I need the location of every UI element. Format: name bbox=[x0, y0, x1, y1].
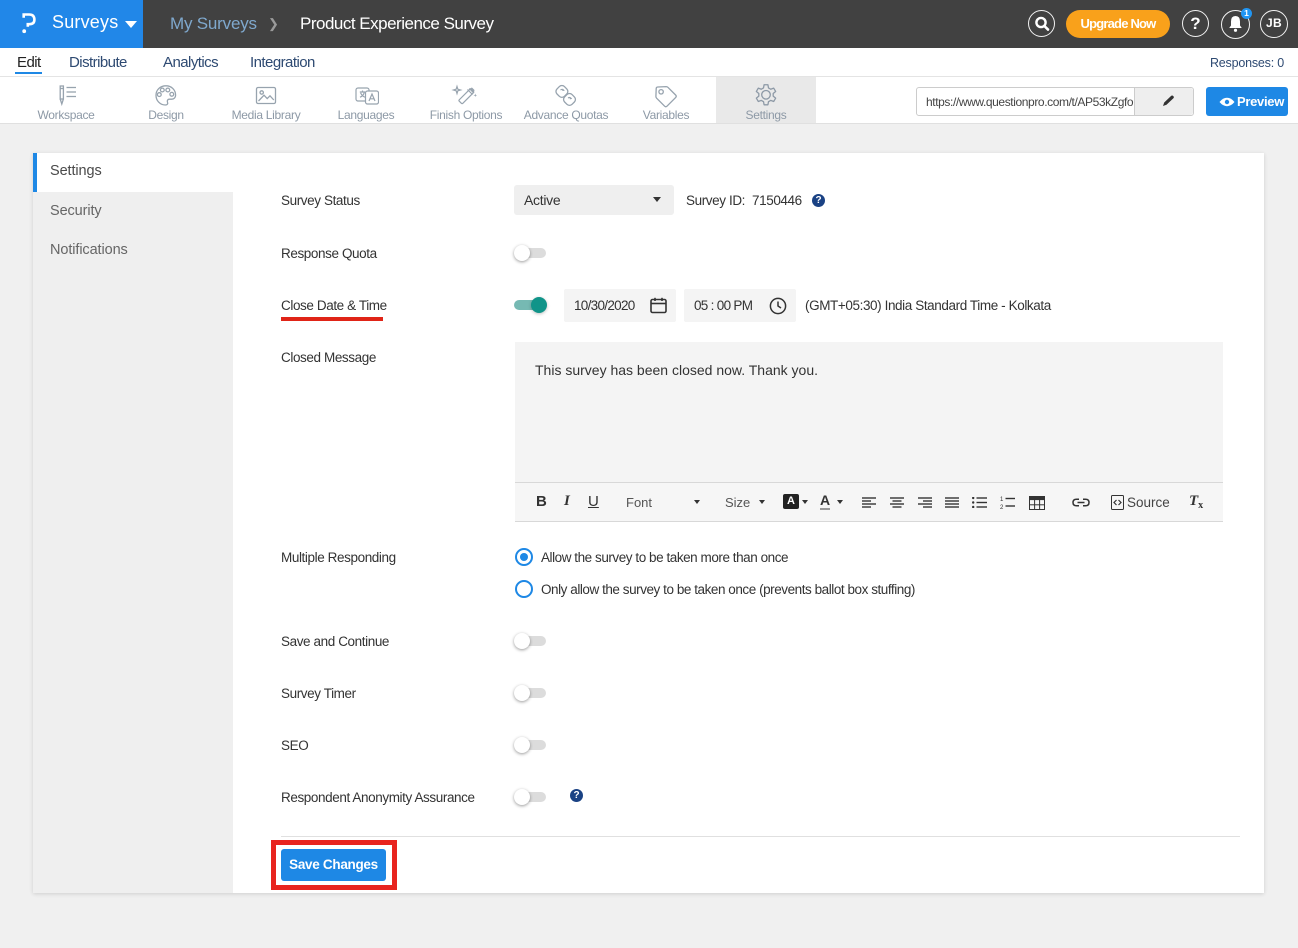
svg-text:1: 1 bbox=[1000, 497, 1004, 503]
svg-text:2: 2 bbox=[1000, 505, 1004, 509]
